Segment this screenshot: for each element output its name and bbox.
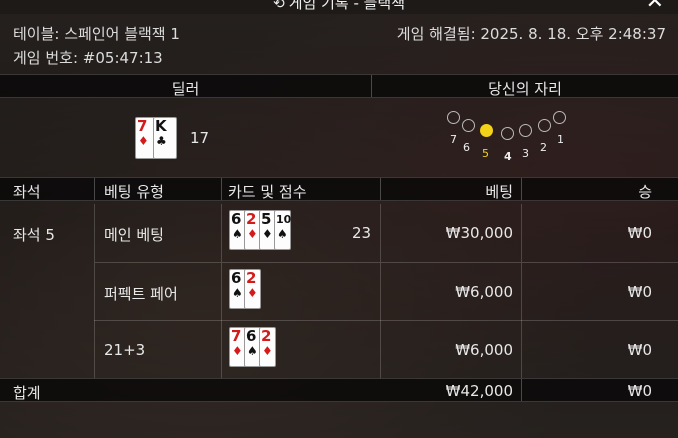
seat-5-number: 5: [482, 147, 489, 160]
col-seat-header: 좌석: [13, 183, 41, 201]
seat-2-marker: [538, 119, 551, 132]
game-number: 게임 번호: #05:47:13: [13, 49, 163, 67]
bet-table-header: 좌석 베팅 유형 카드 및 점수 베팅 승: [0, 177, 678, 201]
playing-card: 10 ♠: [274, 210, 291, 250]
col-cards-header: 카드 및 점수: [228, 183, 307, 201]
seat-2-number: 2: [540, 141, 547, 154]
seat-4-number: 4: [504, 150, 512, 163]
column-divider: [521, 379, 522, 401]
seat-map: 765 4321: [371, 99, 678, 177]
seat-7-number: 7: [450, 133, 457, 146]
column-divider: [94, 204, 95, 262]
card-suit-icon: ♦: [247, 286, 258, 300]
card-suit-icon: ♣: [156, 134, 167, 148]
card-rank: 6: [246, 327, 257, 345]
column-divider: [221, 204, 222, 262]
dealer-hand: 17 7 ♦ K ♣: [0, 99, 371, 177]
column-divider: [521, 178, 522, 200]
row-win-amount: ₩0: [627, 224, 652, 242]
window-title-label: 게임 기록 - 블랙잭: [288, 0, 406, 12]
playing-card: K ♣: [153, 117, 177, 159]
card-suit-icon: ♦: [138, 134, 149, 148]
column-divider: [221, 263, 222, 321]
settled-time: 게임 해결됨: 2025. 8. 18. 오후 2:48:37: [396, 25, 666, 43]
card-rank: 6: [231, 269, 242, 287]
row-bet-type: 퍼펙트 페어: [104, 285, 178, 303]
column-divider: [380, 204, 381, 262]
total-label: 합계: [13, 384, 41, 402]
column-divider: [221, 321, 222, 379]
card-suit-icon: ♦: [262, 227, 273, 241]
card-rank: 5: [261, 210, 272, 228]
card-suit-icon: ♦: [247, 227, 258, 241]
playing-card: 2 ♦: [244, 269, 261, 309]
table-row: 좌석 5 메인 베팅 23 ₩30,000 ₩0 6 ♠ 2 ♦ 5 ♦ 10 ♠: [0, 204, 678, 262]
table-row: 퍼펙트 페어 ₩6,000 ₩0 6 ♠ 2 ♦: [0, 263, 678, 321]
seat-1-number: 1: [557, 133, 564, 146]
column-divider: [380, 178, 381, 200]
col-win-header: 승: [638, 183, 652, 201]
column-divider: [380, 321, 381, 379]
col-bet-type-header: 베팅 유형: [104, 183, 164, 201]
close-button[interactable]: ✕: [646, 0, 664, 13]
seat-7-marker: [447, 111, 460, 124]
card-suit-icon: ♠: [247, 344, 258, 358]
seat-3-number: 3: [522, 147, 529, 160]
row-bet-type: 21+3: [104, 341, 146, 359]
card-suit-icon: ♦: [232, 344, 243, 358]
column-divider: [521, 321, 522, 379]
card-suit-icon: ♠: [232, 227, 243, 241]
row-bet-type: 메인 베팅: [104, 226, 164, 244]
row-win-amount: ₩0: [627, 283, 652, 301]
dealer-header: 딜러: [171, 80, 200, 98]
card-rank: 7: [137, 117, 148, 135]
row-bet-amount: ₩30,000: [445, 224, 513, 242]
seat-1-marker: [553, 111, 566, 124]
seat-6-marker: [462, 119, 475, 132]
seat-5-marker: [480, 124, 493, 137]
row-win-amount: ₩0: [627, 341, 652, 359]
card-rank: 7: [231, 327, 242, 345]
row-seat: 좌석 5: [13, 226, 55, 244]
column-divider: [94, 321, 95, 379]
seat-3-marker: [519, 124, 532, 137]
column-divider: [521, 263, 522, 321]
card-rank: 6: [231, 210, 242, 228]
table-name: 테이블: 스페인어 블랙잭 1: [13, 25, 180, 43]
row-bet-amount: ₩6,000: [455, 341, 513, 359]
card-rank: 2: [246, 210, 257, 228]
row-score: 23: [352, 224, 372, 242]
seat-header: 당신의 자리: [371, 75, 678, 98]
seat-6-number: 6: [463, 141, 470, 154]
card-rank: 2: [246, 269, 257, 287]
column-divider: [380, 263, 381, 321]
total-bet: ₩42,000: [445, 382, 513, 400]
column-divider: [221, 178, 222, 200]
card-suit-icon: ♠: [277, 227, 288, 241]
total-win: ₩0: [627, 382, 652, 400]
card-rank: 2: [261, 327, 272, 345]
close-icon[interactable]: ✕: [646, 0, 664, 14]
card-rank: 10: [276, 213, 292, 226]
seat-4-marker: [501, 127, 514, 140]
window-title: ⟲ 게임 기록 - 블랙잭: [0, 0, 678, 13]
column-divider: [521, 204, 522, 262]
dealer-score: 17: [190, 129, 210, 147]
card-suit-icon: ♦: [262, 344, 273, 358]
history-icon: ⟲: [272, 0, 285, 12]
col-bet-header: 베팅: [485, 183, 513, 201]
section-header-bar: 딜러 당신의 자리: [0, 74, 678, 98]
title-bar: ⟲ 게임 기록 - 블랙잭 ✕: [0, 0, 678, 14]
column-divider: [94, 263, 95, 321]
card-rank: K: [155, 117, 167, 135]
row-bet-amount: ₩6,000: [455, 283, 513, 301]
totals-bar: 합계 ₩42,000 ₩0: [0, 378, 678, 402]
card-suit-icon: ♠: [232, 286, 243, 300]
table-row: 21+3 ₩6,000 ₩0 7 ♦ 6 ♠ 2 ♦: [0, 321, 678, 379]
column-divider: [94, 178, 95, 200]
playing-card: 2 ♦: [259, 327, 276, 367]
